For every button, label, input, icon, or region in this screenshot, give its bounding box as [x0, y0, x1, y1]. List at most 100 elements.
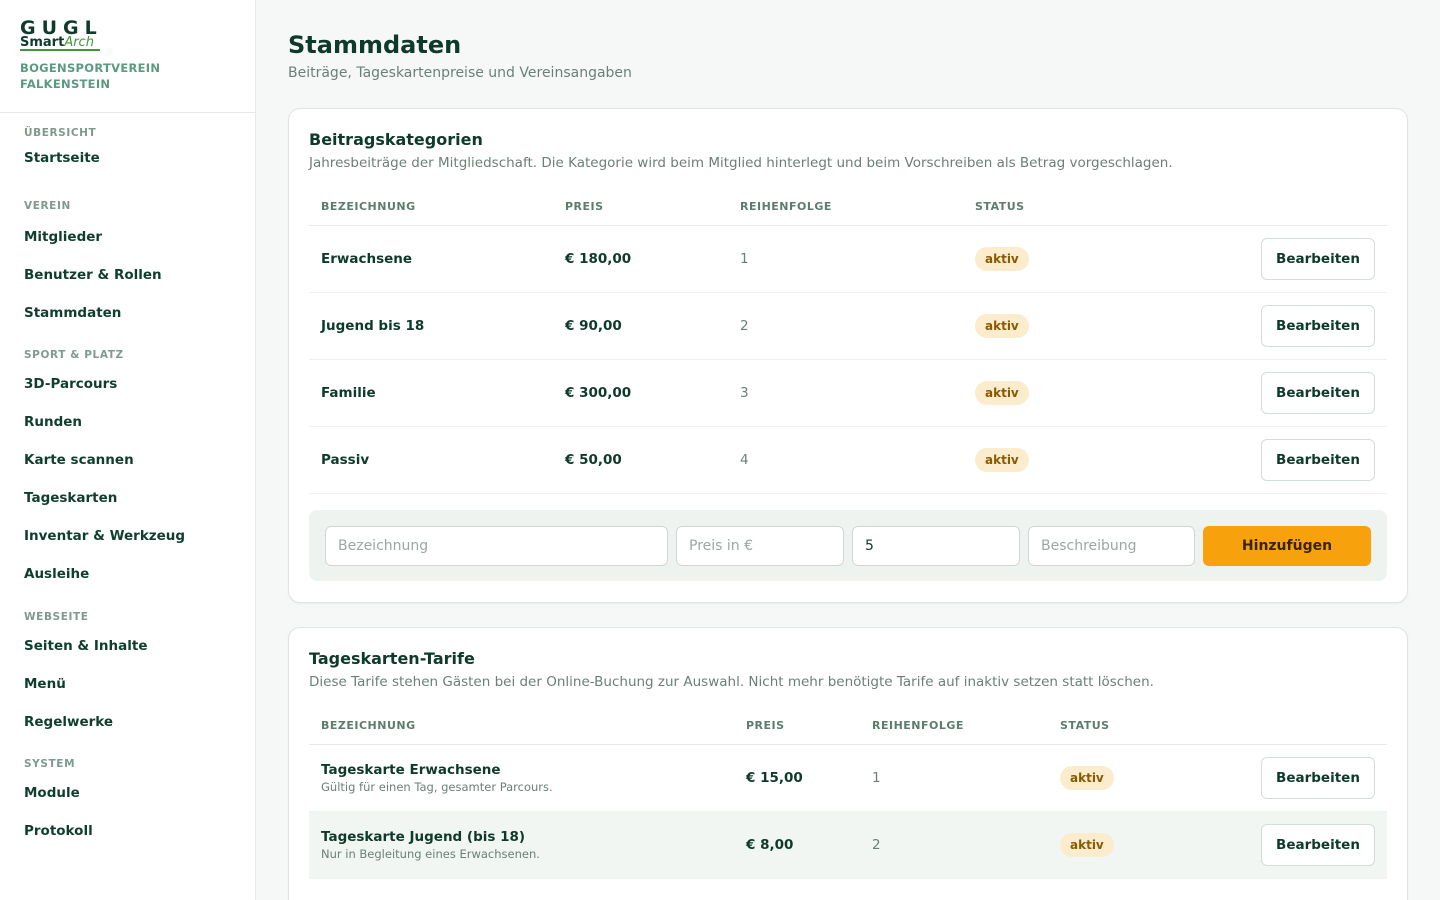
brand: GUGL SmartArch BOGENSPORTVEREIN FALKENST…: [0, 0, 255, 113]
logo-arch: Arch: [64, 35, 94, 50]
row-name-cell: Tageskarte Jugend (bis 18) Nur in Beglei…: [321, 812, 540, 878]
row-price: € 300,00: [565, 385, 632, 401]
order-input[interactable]: [852, 526, 1020, 566]
tageskarten-tarife-card: Tageskarten-Tarife Diese Tarife stehen G…: [288, 627, 1408, 900]
row-name: Tageskarte Jugend (bis 18): [321, 828, 526, 845]
card-title: Tageskarten-Tarife: [309, 649, 475, 668]
column-header-status: STATUS: [975, 200, 1025, 213]
row-name: Erwachsene: [321, 251, 413, 267]
row-order: 1: [740, 251, 749, 267]
edit-button[interactable]: Bearbeiten: [1261, 372, 1375, 414]
beitrag-table: BEZEICHNUNG PREIS REIHENFOLGE STATUS Erw…: [309, 192, 1387, 494]
sidebar-item-mitglieder[interactable]: Mitglieder: [0, 218, 255, 256]
club-name: BOGENSPORTVEREIN FALKENSTEIN: [20, 61, 161, 91]
table-header: BEZEICHNUNG PREIS REIHENFOLGE STATUS: [309, 192, 1387, 226]
row-price: € 50,00: [565, 452, 622, 468]
table-header: BEZEICHNUNG PREIS REIHENFOLGE STATUS: [309, 711, 1387, 745]
description-input[interactable]: [1028, 526, 1195, 566]
table-row: Tageskarte Jugend (bis 18) Nur in Beglei…: [309, 812, 1387, 879]
row-status: aktiv: [1060, 745, 1114, 811]
nav-group-uebersicht: ÜBERSICHT: [24, 127, 97, 139]
column-header-order: REIHENFOLGE: [740, 200, 832, 213]
row-status: aktiv: [975, 293, 1029, 359]
sidebar-item-3d-parcours[interactable]: 3D-Parcours: [0, 365, 255, 403]
sidebar-item-protokoll[interactable]: Protokoll: [0, 812, 255, 850]
row-note: Gültig für einen Tag, gesamter Parcours.: [321, 779, 553, 794]
sidebar-item-module[interactable]: Module: [0, 774, 255, 812]
sidebar-item-seiten-inhalte[interactable]: Seiten & Inhalte: [0, 627, 255, 665]
status-badge: aktiv: [1060, 766, 1114, 790]
row-order: 1: [872, 770, 881, 786]
row-note: Nur in Begleitung eines Erwachsenen.: [321, 846, 540, 861]
tarife-table: BEZEICHNUNG PREIS REIHENFOLGE STATUS Tag…: [309, 711, 1387, 879]
row-name-cell: Tageskarte Erwachsene Gültig für einen T…: [321, 745, 553, 811]
sidebar-item-runden[interactable]: Runden: [0, 403, 255, 441]
nav-group-system: SYSTEM: [24, 758, 76, 770]
add-button[interactable]: Hinzufügen: [1203, 526, 1371, 566]
column-header-name: BEZEICHNUNG: [321, 719, 416, 732]
row-price: € 8,00: [746, 837, 794, 853]
row-name: Jugend bis 18: [321, 318, 425, 334]
row-status: aktiv: [975, 226, 1029, 292]
sidebar-item-startseite[interactable]: Startseite: [0, 141, 255, 175]
logo-subtitle: SmartArch: [20, 35, 94, 50]
table-row: Erwachsene € 180,00 1 aktiv Bearbeiten: [309, 226, 1387, 293]
status-badge: aktiv: [975, 381, 1029, 405]
row-price: € 90,00: [565, 318, 622, 334]
page-subtitle: Beiträge, Tageskartenpreise und Vereinsa…: [288, 65, 632, 81]
row-status: aktiv: [975, 427, 1029, 493]
row-price: € 15,00: [746, 770, 803, 786]
row-order: 2: [740, 318, 749, 334]
row-name: Familie: [321, 385, 376, 401]
edit-button[interactable]: Bearbeiten: [1261, 439, 1375, 481]
name-input[interactable]: [325, 526, 668, 566]
add-category-form: Hinzufügen: [309, 510, 1387, 581]
row-status: aktiv: [1060, 812, 1114, 878]
edit-button[interactable]: Bearbeiten: [1261, 238, 1375, 280]
sidebar-item-menue[interactable]: Menü: [0, 665, 255, 703]
sidebar-item-regelwerke[interactable]: Regelwerke: [0, 703, 255, 741]
table-row: Passiv € 50,00 4 aktiv Bearbeiten: [309, 427, 1387, 494]
row-price: € 180,00: [565, 251, 632, 267]
column-header-status: STATUS: [1060, 719, 1110, 732]
status-badge: aktiv: [975, 448, 1029, 472]
page-title: Stammdaten: [288, 31, 462, 59]
sidebar: GUGL SmartArch BOGENSPORTVEREIN FALKENST…: [0, 0, 256, 900]
price-input[interactable]: [676, 526, 844, 566]
sidebar-item-tageskarten[interactable]: Tageskarten: [0, 479, 255, 517]
sidebar-item-benutzer-rollen[interactable]: Benutzer & Rollen: [0, 256, 255, 294]
row-name: Tageskarte Erwachsene: [321, 761, 501, 778]
row-status: aktiv: [975, 360, 1029, 426]
status-badge: aktiv: [975, 314, 1029, 338]
sidebar-nav: ÜBERSICHT Startseite VEREIN Mitglieder B…: [0, 113, 255, 850]
beitragskategorien-card: Beitragskategorien Jahresbeiträge der Mi…: [288, 108, 1408, 603]
row-order: 3: [740, 385, 749, 401]
edit-button[interactable]: Bearbeiten: [1261, 824, 1375, 866]
card-title: Beitragskategorien: [309, 130, 483, 149]
table-row: Jugend bis 18 € 90,00 2 aktiv Bearbeiten: [309, 293, 1387, 360]
column-header-order: REIHENFOLGE: [872, 719, 964, 732]
nav-group-verein: VEREIN: [24, 200, 71, 212]
status-badge: aktiv: [975, 247, 1029, 271]
table-row: Tageskarte Erwachsene Gültig für einen T…: [309, 745, 1387, 812]
row-name: Passiv: [321, 452, 370, 468]
sidebar-item-ausleihe[interactable]: Ausleihe: [0, 555, 255, 593]
nav-group-sport-platz: SPORT & PLATZ: [24, 349, 124, 361]
column-header-price: PREIS: [565, 200, 604, 213]
sidebar-item-inventar-werkzeug[interactable]: Inventar & Werkzeug: [0, 517, 255, 555]
edit-button[interactable]: Bearbeiten: [1261, 305, 1375, 347]
card-description: Jahresbeiträge der Mitgliedschaft. Die K…: [309, 155, 1173, 171]
table-row: Familie € 300,00 3 aktiv Bearbeiten: [309, 360, 1387, 427]
row-order: 4: [740, 452, 749, 468]
status-badge: aktiv: [1060, 833, 1114, 857]
nav-group-webseite: WEBSEITE: [24, 611, 89, 623]
column-header-name: BEZEICHNUNG: [321, 200, 416, 213]
edit-button[interactable]: Bearbeiten: [1261, 757, 1375, 799]
column-header-price: PREIS: [746, 719, 785, 732]
logo-underline: [20, 49, 100, 51]
app-logo[interactable]: GUGL SmartArch: [20, 18, 140, 51]
sidebar-item-karte-scannen[interactable]: Karte scannen: [0, 441, 255, 479]
sidebar-item-stammdaten[interactable]: Stammdaten: [0, 294, 255, 332]
row-order: 2: [872, 837, 881, 853]
card-description: Diese Tarife stehen Gästen bei der Onlin…: [309, 674, 1154, 690]
